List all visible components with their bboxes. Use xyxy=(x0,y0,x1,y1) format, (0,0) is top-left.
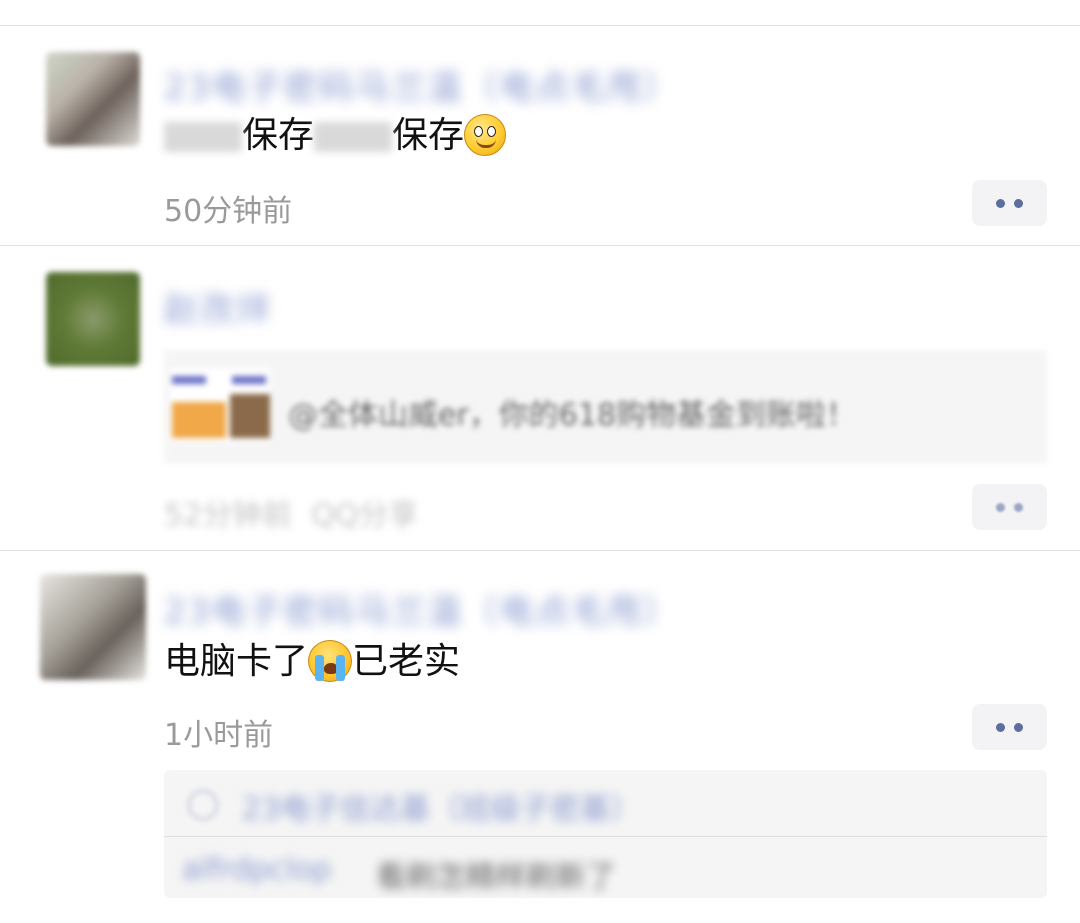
share-source[interactable]: QQ分享 xyxy=(311,498,418,533)
poster-name[interactable]: 23电子密码马兰温（电点毛甩） xyxy=(164,584,679,633)
dot-icon xyxy=(996,723,1005,732)
crying-emoji-icon xyxy=(308,640,353,682)
commenter-name[interactable]: alfrdpclop xyxy=(182,852,331,887)
poster-name[interactable]: 赵孜烊 xyxy=(164,282,272,331)
message-part: 已老实 xyxy=(352,641,461,682)
smile-emoji-icon xyxy=(464,114,507,156)
top-divider xyxy=(0,25,1080,26)
more-button[interactable] xyxy=(972,180,1047,226)
heart-icon xyxy=(188,790,218,820)
redacted-text xyxy=(164,122,242,152)
share-title: @全体山威er，你的618购物基金到账啦！ xyxy=(288,398,857,433)
shared-link-card[interactable]: @全体山威er，你的618购物基金到账啦！ xyxy=(164,350,1047,463)
message-part: 保存 xyxy=(242,115,315,156)
avatar[interactable] xyxy=(46,52,140,146)
likes-comments-box: 23电子信达基（班级子密基） alfrdpclop 看刷怎精样刷新了 xyxy=(164,770,1047,898)
post-message: 保存 保存 xyxy=(164,114,507,158)
post-time: 50分钟前 xyxy=(164,194,293,229)
avatar[interactable] xyxy=(40,574,146,680)
more-button[interactable] xyxy=(972,484,1047,530)
comment-text[interactable]: 看刷怎精样刷新了 xyxy=(376,852,616,896)
post-divider xyxy=(0,245,1080,246)
dot-icon xyxy=(996,503,1005,512)
dot-icon xyxy=(1014,723,1023,732)
dot-icon xyxy=(1014,199,1023,208)
message-part: 电脑卡了 xyxy=(164,641,309,682)
more-button[interactable] xyxy=(972,704,1047,750)
post-divider xyxy=(0,550,1080,551)
redacted-text xyxy=(314,122,393,152)
post-message: 电脑卡了 已老实 xyxy=(164,640,460,684)
poster-name[interactable]: 23电子密码马兰温（电点毛甩） xyxy=(164,60,679,109)
dot-icon xyxy=(1014,503,1023,512)
post-time-text: 52分钟前 xyxy=(164,498,293,533)
share-thumbnail xyxy=(170,368,270,442)
avatar[interactable] xyxy=(46,272,140,366)
post-time: 1小时前 xyxy=(164,718,274,753)
message-part: 保存 xyxy=(392,115,465,156)
liker-name[interactable]: 23电子信达基（班级子密基） xyxy=(242,784,640,828)
dot-icon xyxy=(996,199,1005,208)
post-time: 52分钟前 QQ分享 xyxy=(164,490,419,534)
comment-divider xyxy=(164,836,1047,837)
